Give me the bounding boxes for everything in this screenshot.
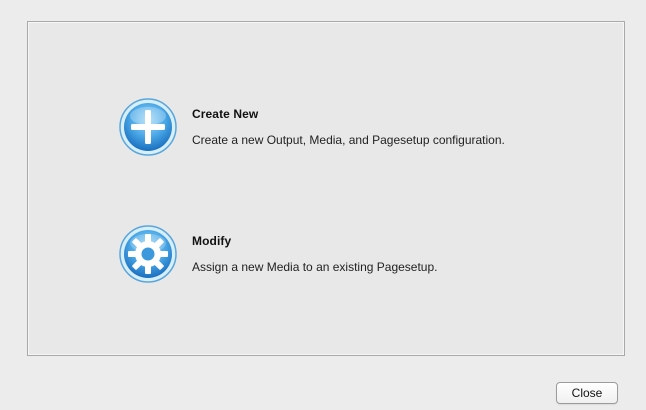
create-new-option[interactable]: Create New Create a new Output, Media, a… bbox=[118, 97, 505, 157]
plus-icon[interactable] bbox=[118, 97, 178, 157]
close-button[interactable]: Close bbox=[556, 382, 618, 404]
options-panel: Create New Create a new Output, Media, a… bbox=[27, 21, 625, 356]
modify-option[interactable]: Modify Assign a new Media to an existing… bbox=[118, 224, 437, 284]
modify-title: Modify bbox=[192, 234, 232, 248]
gear-icon[interactable] bbox=[118, 224, 178, 284]
create-new-description: Create a new Output, Media, and Pagesetu… bbox=[192, 133, 505, 147]
dialog-window: Create New Create a new Output, Media, a… bbox=[0, 0, 646, 410]
modify-description: Assign a new Media to an existing Pagese… bbox=[192, 260, 438, 274]
create-new-title: Create New bbox=[192, 107, 259, 121]
